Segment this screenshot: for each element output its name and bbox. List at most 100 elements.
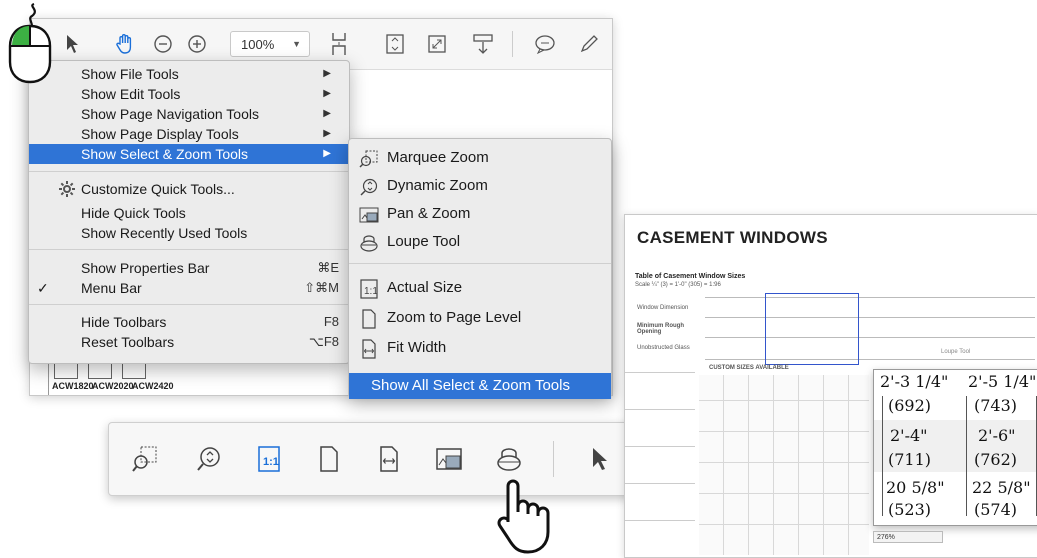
dimension-value: 2'-5 1/4" bbox=[968, 372, 1037, 391]
submenu-item-zoom-to-page-level[interactable]: Zoom to Page Level bbox=[349, 305, 611, 331]
quick-tools-bar: 1:1 bbox=[108, 422, 690, 496]
submenu-item-dynamic-zoom[interactable]: Dynamic Zoom bbox=[349, 173, 611, 199]
toolbar-divider bbox=[512, 31, 513, 57]
selected-columns-highlight bbox=[765, 293, 859, 365]
dimension-value: (743) bbox=[974, 396, 1018, 415]
submenu-item-marquee-zoom[interactable]: Marquee Zoom bbox=[349, 145, 611, 171]
dimension-value: 20 5/8" bbox=[886, 478, 945, 497]
menu-item-show-file-tools[interactable]: Show File Tools ▶ bbox=[29, 64, 349, 84]
menu-separator bbox=[29, 249, 349, 250]
menu-item-menu-bar[interactable]: ✓ Menu Bar ⇧⌘M bbox=[29, 278, 349, 298]
marquee-zoom-icon[interactable] bbox=[131, 445, 159, 473]
dimension-value: (762) bbox=[974, 450, 1018, 469]
full-screen-icon[interactable] bbox=[424, 31, 450, 57]
dynamic-zoom-icon[interactable] bbox=[195, 445, 223, 473]
chevron-down-icon: ▼ bbox=[292, 39, 301, 49]
fit-width-icon bbox=[362, 339, 376, 359]
shortcut: ⌥F8 bbox=[308, 334, 339, 349]
menu-item-hide-quick-tools[interactable]: Hide Quick Tools bbox=[29, 203, 349, 223]
submenu-item-fit-width[interactable]: Fit Width bbox=[349, 335, 611, 361]
window-code: ACW1820 bbox=[52, 381, 94, 391]
dimension-value: 2'-6" bbox=[978, 426, 1016, 445]
document-title: CASEMENT WINDOWS bbox=[637, 228, 828, 247]
submenu-item-actual-size[interactable]: 1:1 Actual Size bbox=[349, 275, 611, 301]
menu-item-reset-toolbars[interactable]: Reset Toolbars ⌥F8 bbox=[29, 332, 349, 352]
casement-document: CASEMENT WINDOWS Table of Casement Windo… bbox=[624, 214, 1037, 558]
scroll-mode-icon[interactable] bbox=[470, 31, 496, 57]
page-fit-icon[interactable] bbox=[326, 31, 352, 57]
row-label: Unobstructed Glass bbox=[637, 345, 690, 351]
actual-size-icon[interactable]: 1:1 bbox=[255, 445, 283, 473]
zoom-level-value: 100% bbox=[241, 36, 275, 52]
gear-icon bbox=[59, 181, 75, 202]
custom-sizes-note: CUSTOM SIZES AVAILABLE bbox=[709, 365, 789, 371]
fit-width-icon[interactable] bbox=[375, 445, 403, 473]
toolbar-divider bbox=[553, 441, 554, 477]
menu-item-show-page-navigation-tools[interactable]: Show Page Navigation Tools ▶ bbox=[29, 104, 349, 124]
dynamic-zoom-icon bbox=[360, 178, 378, 196]
submenu-arrow-icon: ▶ bbox=[323, 128, 331, 139]
menu-item-hide-toolbars[interactable]: Hide Toolbars F8 bbox=[29, 312, 349, 332]
menu-item-show-recently-used-tools[interactable]: Show Recently Used Tools bbox=[29, 223, 349, 243]
pan-zoom-icon[interactable] bbox=[435, 445, 463, 473]
table-rule bbox=[705, 317, 1035, 318]
submenu-arrow-icon: ▶ bbox=[323, 148, 331, 159]
comment-icon[interactable] bbox=[532, 31, 558, 57]
select-zoom-submenu: Marquee Zoom Dynamic Zoom Pan & Zoom Lou… bbox=[348, 138, 612, 399]
dimension-line bbox=[966, 396, 967, 516]
menu-item-show-select-zoom-tools[interactable]: Show Select & Zoom Tools ▶ bbox=[29, 144, 349, 164]
window-code: ACW2420 bbox=[132, 381, 174, 391]
table-title: Table of Casement Window Sizes bbox=[635, 273, 746, 280]
loupe-icon bbox=[360, 235, 378, 252]
submenu-item-loupe-tool[interactable]: Loupe Tool bbox=[349, 229, 611, 255]
select-arrow-icon[interactable] bbox=[585, 445, 613, 473]
page-icon[interactable] bbox=[315, 445, 343, 473]
loupe-window-title: Loupe Tool bbox=[941, 349, 971, 355]
dimension-value: (523) bbox=[888, 500, 932, 519]
loupe-zoom-level[interactable]: 276% bbox=[873, 531, 943, 543]
menu-separator bbox=[29, 171, 349, 172]
dimension-value: 2'-4" bbox=[890, 426, 928, 445]
zoom-out-icon[interactable] bbox=[150, 31, 176, 57]
shortcut: ⌘E bbox=[317, 260, 339, 275]
checkmark-icon: ✓ bbox=[37, 280, 49, 296]
zoom-in-icon[interactable] bbox=[184, 31, 210, 57]
loupe-icon[interactable] bbox=[495, 445, 523, 473]
dimension-value: (692) bbox=[888, 396, 932, 415]
menu-item-customize-quick-tools[interactable]: Customize Quick Tools... bbox=[29, 179, 349, 199]
table-rule bbox=[705, 297, 1035, 298]
scale-note: Scale ¼" (3) = 1'-0" (305) = 1:96 bbox=[635, 282, 721, 288]
svg-text:1:1: 1:1 bbox=[364, 286, 378, 297]
menu-item-show-properties-bar[interactable]: Show Properties Bar ⌘E bbox=[29, 258, 349, 278]
menu-item-show-page-display-tools[interactable]: Show Page Display Tools ▶ bbox=[29, 124, 349, 144]
page-icon bbox=[362, 309, 376, 329]
submenu-item-show-all-select-zoom-tools[interactable]: Show All Select & Zoom Tools bbox=[349, 373, 611, 399]
menu-separator bbox=[29, 304, 349, 305]
menu-item-show-edit-tools[interactable]: Show Edit Tools ▶ bbox=[29, 84, 349, 104]
shortcut: ⇧⌘M bbox=[304, 280, 339, 295]
shortcut: F8 bbox=[323, 314, 339, 329]
pointing-hand-cursor-icon bbox=[497, 479, 550, 554]
svg-text:1:1: 1:1 bbox=[263, 456, 279, 468]
rotate-view-icon[interactable] bbox=[382, 31, 408, 57]
marquee-zoom-icon bbox=[359, 150, 378, 168]
table-rule bbox=[705, 359, 1035, 360]
submenu-item-pan-zoom[interactable]: Pan & Zoom bbox=[349, 201, 611, 227]
pen-icon[interactable] bbox=[576, 31, 602, 57]
pan-zoom-icon bbox=[359, 207, 379, 223]
submenu-arrow-icon: ▶ bbox=[323, 108, 331, 119]
table-rule bbox=[705, 337, 1035, 338]
left-mouse-button bbox=[12, 26, 30, 46]
dimension-value: 22 5/8" bbox=[972, 478, 1031, 497]
window-thumbnail-grid bbox=[699, 375, 869, 555]
menu-separator bbox=[349, 263, 611, 264]
dimension-value: 2'-3 1/4" bbox=[880, 372, 949, 391]
loupe-zoom-view: 2'-3 1/4" (692) 2'-4" (711) 20 5/8" (523… bbox=[873, 369, 1037, 526]
zoom-level-select[interactable]: 100% ▼ bbox=[230, 31, 310, 57]
submenu-arrow-icon: ▶ bbox=[323, 68, 331, 79]
submenu-arrow-icon: ▶ bbox=[323, 88, 331, 99]
dimension-value: (574) bbox=[974, 500, 1018, 519]
hand-tool-icon[interactable] bbox=[112, 31, 138, 57]
dimension-value: (711) bbox=[888, 450, 932, 469]
select-arrow-icon[interactable] bbox=[60, 31, 86, 57]
